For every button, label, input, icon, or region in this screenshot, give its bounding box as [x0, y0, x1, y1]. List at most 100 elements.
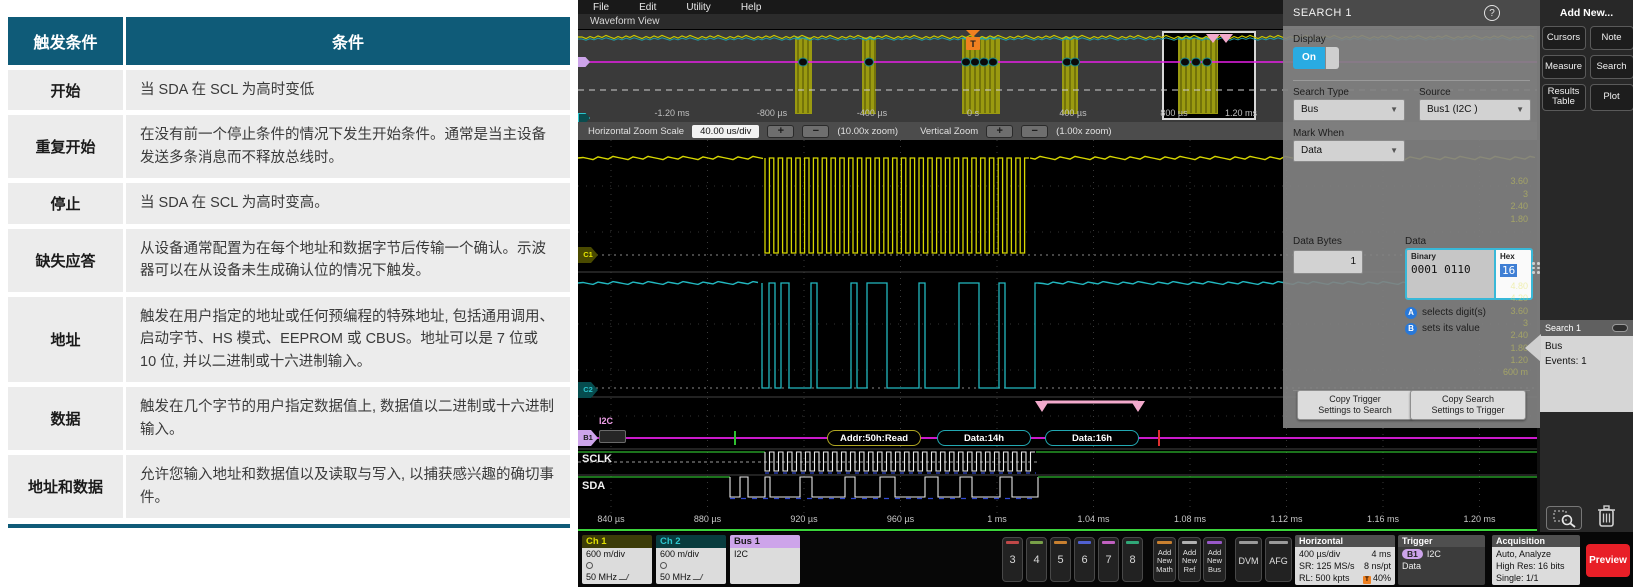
search1-result-pill[interactable] — [1612, 324, 1628, 332]
copy-search-to-trigger-button[interactable]: Copy Search Settings to Trigger — [1410, 390, 1526, 420]
ch1-scale: 600 m/div — [586, 549, 625, 559]
ch2-badge-header: Ch 2 — [656, 535, 726, 548]
bus-type-tag: I2C — [599, 416, 613, 426]
row-label: 停止 — [8, 183, 126, 223]
copy-trigger-to-search-button[interactable]: Copy Trigger Settings to Search — [1297, 390, 1413, 420]
decode-data1-capsule[interactable]: Data:14h — [937, 430, 1031, 446]
knob-b-icon: B — [1405, 323, 1417, 335]
row-label: 重复开始 — [8, 115, 126, 178]
channel-color-stripe — [1102, 541, 1115, 544]
decode-data2-capsule[interactable]: Data:16h — [1045, 430, 1139, 446]
display-toggle-on[interactable]: On — [1293, 47, 1325, 69]
button-color-stripe — [1157, 541, 1172, 544]
hex-value[interactable]: 16 — [1500, 264, 1517, 277]
sidebar-button-results-table[interactable]: Results Table — [1542, 84, 1586, 111]
afg-button[interactable]: AFG — [1265, 537, 1292, 582]
h-zoom-scale-value[interactable]: 40.00 us/div — [692, 125, 759, 138]
table-row: 停止当 SDA 在 SCL 为高时变高。 — [8, 183, 570, 223]
channel-6-button[interactable]: 6 — [1074, 537, 1095, 582]
row-text: 触发在用户指定的地址或任何预编程的特殊地址, 包括通用调用、启动字节、HS 模式… — [126, 297, 570, 382]
overview-time-label: 1.20 ms — [1225, 108, 1257, 118]
bandwidth-icon — [619, 574, 630, 580]
preview-button[interactable]: Preview — [1586, 544, 1630, 577]
channel-color-stripe — [1126, 541, 1139, 544]
decode-addr-capsule[interactable]: Addr:50h:Read — [827, 430, 921, 446]
mark-when-label: Mark When — [1293, 128, 1344, 139]
display-toggle-knob[interactable] — [1325, 47, 1339, 69]
menu-item-utility[interactable]: Utility — [671, 2, 725, 13]
mark-when-dropdown[interactable]: Data▼ — [1293, 140, 1405, 162]
v-zoom-factor: (1.00x zoom) — [1056, 126, 1111, 137]
binary-input[interactable]: Binary 0001 0110 — [1407, 250, 1494, 298]
knob-b-hint: B sets its value — [1405, 322, 1480, 335]
source-dropdown[interactable]: Bus1 (I2C )▼ — [1419, 99, 1531, 121]
binary-value[interactable]: 0001 0110 — [1411, 263, 1490, 276]
v-zoom-minus-button[interactable]: − — [1021, 125, 1048, 138]
ghost-scale-label: 4.80 — [1510, 281, 1528, 291]
channel-color-stripe — [1030, 541, 1043, 544]
dvm-button[interactable]: DVM — [1235, 537, 1262, 582]
zoom-tool-button[interactable] — [1546, 506, 1582, 530]
ch2-badge[interactable]: Ch 2 600 m/div50 MHz — [656, 535, 726, 584]
add-new-ref-button[interactable]: Add New Ref — [1178, 537, 1201, 582]
h-zoom-minus-button[interactable]: − — [802, 125, 829, 138]
row-label: 缺失应答 — [8, 229, 126, 292]
ghost-scale-label: 3.60 — [1510, 176, 1528, 186]
channel-3-button[interactable]: 3 — [1002, 537, 1023, 582]
row-text: 触发在几个字节的用户指定数据值上, 数据值以二进制或十六进制输入。 — [126, 387, 570, 450]
channel-5-button[interactable]: 5 — [1050, 537, 1071, 582]
ch1-badge[interactable]: Ch 1 600 m/div50 MHz — [582, 535, 652, 584]
acq-single: Single: 1/1 — [1496, 572, 1576, 584]
channel-7-button[interactable]: 7 — [1098, 537, 1119, 582]
data-bytes-label: Data Bytes — [1293, 236, 1342, 247]
chevron-down-icon: ▼ — [1390, 100, 1398, 120]
view-bottom-edge — [578, 529, 1537, 531]
add-new-math-button[interactable]: Add New Math — [1153, 537, 1176, 582]
bus1-badge[interactable]: Bus 1 I2C — [730, 535, 800, 584]
menu-item-help[interactable]: Help — [726, 2, 777, 13]
display-toggle[interactable]: On — [1293, 47, 1339, 69]
data-bytes-input[interactable]: 1 — [1293, 250, 1363, 274]
trigger-type: I2C — [1427, 549, 1441, 559]
trigger-badge[interactable]: Trigger B1I2C Data — [1398, 535, 1485, 585]
h-scale: 400 µs/div — [1299, 548, 1340, 560]
h-zoom-factor: (10.00x zoom) — [837, 126, 898, 137]
knob-a-hint: A selects digit(s) — [1405, 306, 1486, 319]
sidebar-button-search[interactable]: Search — [1590, 55, 1633, 79]
sidebar-button-note[interactable]: Note — [1590, 26, 1633, 50]
trigger-source-pill: B1 — [1402, 549, 1423, 559]
channel-color-stripe — [1054, 541, 1067, 544]
sidebar-button-plot[interactable]: Plot — [1590, 84, 1633, 111]
v-zoom-plus-button[interactable]: + — [986, 125, 1013, 138]
h-zoom-plus-button[interactable]: + — [767, 125, 794, 138]
acquisition-badge[interactable]: Acquisition Auto, Analyze High Res: 16 b… — [1492, 535, 1580, 585]
search1-result-item[interactable]: Search 1 Bus Events: 1 — [1540, 320, 1633, 412]
knob-a-text: selects digit(s) — [1422, 307, 1486, 318]
row-text: 在没有前一个停止条件的情况下发生开始条件。通常是当主设备发送多条消息而不释放总线… — [126, 115, 570, 178]
h-sample-rate: SR: 125 MS/s — [1299, 560, 1355, 572]
add-new-bus-button[interactable]: Add New Bus — [1203, 537, 1226, 582]
bottom-badge-bar: Ch 1 600 m/div50 MHz Ch 2 600 m/div50 MH… — [578, 532, 1633, 587]
row-text: 当 SDA 在 SCL 为高时变高。 — [126, 183, 570, 223]
main-time-label: 920 µs — [790, 514, 817, 524]
search1-result-events: Events: 1 — [1545, 355, 1628, 370]
probe-icon — [660, 562, 667, 569]
trigger-conditions-table: 触发条件 条件 开始当 SDA 在 SCL 为高时变低重复开始在没有前一个停止条… — [8, 12, 570, 523]
menu-item-file[interactable]: File — [578, 2, 624, 13]
trash-button[interactable] — [1594, 503, 1620, 530]
panel-drag-handle[interactable] — [1532, 262, 1540, 274]
h-window: 4 ms — [1371, 548, 1391, 560]
menu-item-edit[interactable]: Edit — [624, 2, 671, 13]
binary-label: Binary — [1411, 252, 1490, 261]
sidebar-button-cursors[interactable]: Cursors — [1542, 26, 1586, 50]
sidebar-button-measure[interactable]: Measure — [1542, 55, 1586, 79]
search-type-dropdown[interactable]: Bus▼ — [1293, 99, 1405, 121]
row-text: 当 SDA 在 SCL 为高时变低 — [126, 70, 570, 110]
knob-a-icon: A — [1405, 307, 1417, 319]
channel-4-button[interactable]: 4 — [1026, 537, 1047, 582]
channel-8-button[interactable]: 8 — [1122, 537, 1143, 582]
horizontal-badge[interactable]: Horizontal 400 µs/div4 ms SR: 125 MS/s8 … — [1295, 535, 1395, 585]
right-sidebar: Add New... CursorsNoteMeasureSearchResul… — [1540, 0, 1633, 532]
help-icon[interactable]: ? — [1484, 5, 1500, 21]
overview-time-label: -800 µs — [757, 108, 787, 118]
